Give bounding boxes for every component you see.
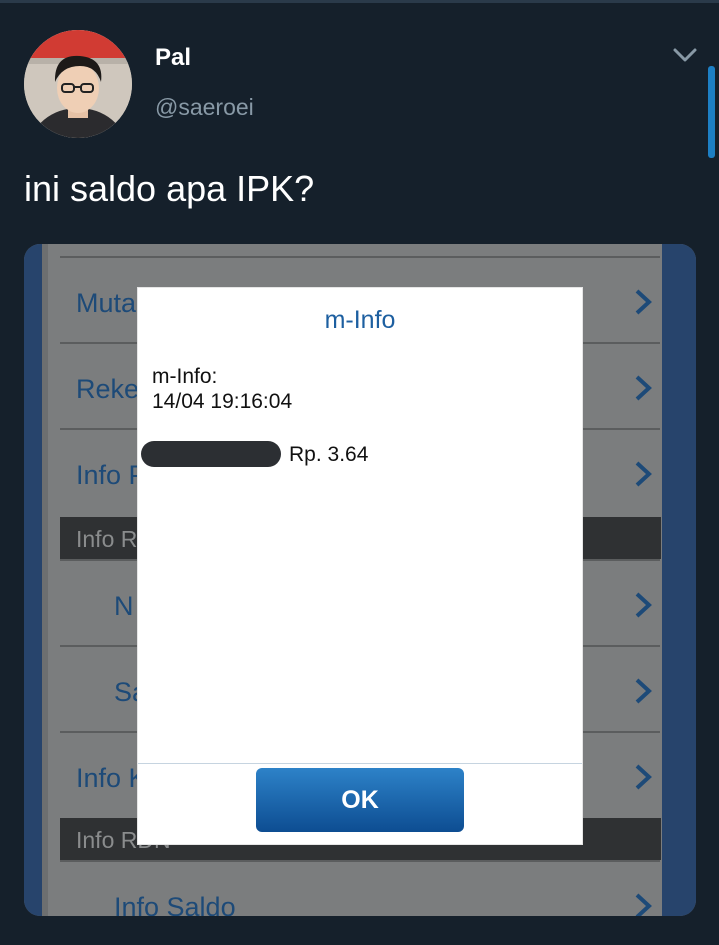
menu-row-label: Info P bbox=[76, 460, 147, 490]
tweet-text: ini saldo apa IPK? bbox=[24, 168, 315, 209]
chevron-right-icon bbox=[635, 764, 652, 790]
dialog-message: m-Info: 14/04 19:16:04 bbox=[152, 364, 292, 414]
top-divider bbox=[0, 0, 719, 3]
chevron-right-icon bbox=[635, 375, 652, 401]
chevron-right-icon bbox=[635, 289, 652, 315]
chevron-right-icon bbox=[635, 592, 652, 618]
menu-row-label: N bbox=[114, 591, 134, 621]
dialog-line-1: m-Info: bbox=[152, 365, 218, 388]
menu-row-label: Info Saldo bbox=[114, 892, 236, 916]
menu-row-label: Info K bbox=[76, 763, 147, 793]
m-info-dialog: m-Info m-Info: 14/04 19:16:04 Rp. 3.64 O… bbox=[138, 288, 582, 844]
dialog-timestamp: 14/04 19:16:04 bbox=[152, 390, 293, 413]
scrollbar-thumb[interactable] bbox=[708, 66, 715, 158]
redaction-bar bbox=[141, 441, 281, 467]
chevron-right-icon bbox=[635, 893, 652, 916]
author-handle[interactable]: @saeroei bbox=[155, 94, 254, 121]
chevron-down-icon[interactable] bbox=[672, 45, 698, 65]
ok-button[interactable]: OK bbox=[256, 768, 464, 832]
menu-row-label: Muta bbox=[76, 288, 137, 318]
avatar-photo bbox=[24, 30, 132, 138]
author-avatar[interactable] bbox=[24, 30, 132, 138]
chevron-right-icon bbox=[635, 461, 652, 487]
chevron-right-icon bbox=[635, 678, 652, 704]
author-name[interactable]: Pal bbox=[155, 44, 191, 72]
screenshot-right-edge bbox=[662, 244, 696, 916]
menu-row-label: Reke bbox=[76, 374, 140, 404]
balance-amount: Rp. 3.64 bbox=[289, 443, 369, 466]
screenshot-left-edge bbox=[24, 244, 42, 916]
menu-row-info-saldo: Info Saldo bbox=[60, 860, 660, 916]
dialog-title: m-Info bbox=[324, 306, 396, 334]
section-label: Info R bbox=[76, 526, 138, 552]
dialog-divider bbox=[138, 763, 582, 764]
